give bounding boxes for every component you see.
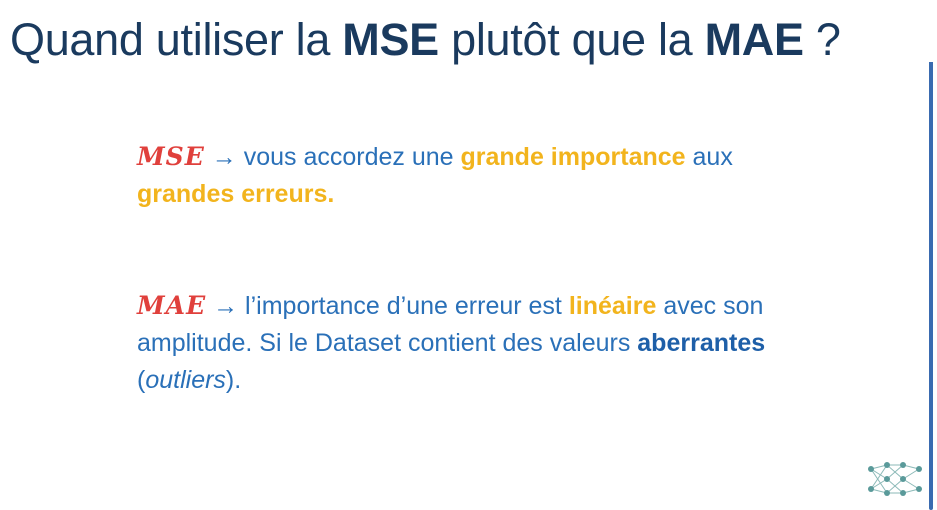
title-text-2: plutôt que la	[438, 14, 705, 65]
mae-text-1: l’importance d’une erreur est	[245, 292, 569, 320]
mae-highlight-2: aberrantes	[637, 329, 766, 357]
mse-text-2: aux	[685, 143, 733, 171]
mae-italic: outliers	[145, 366, 226, 394]
frame-rule-right	[929, 80, 933, 510]
mse-arrow: →	[204, 143, 244, 171]
mse-highlight-2: grandes erreurs.	[137, 180, 335, 208]
mae-highlight-1: linéaire	[568, 292, 657, 320]
mse-paragraph: MSE → vous accordez une grande importanc…	[137, 138, 837, 213]
title-term-mse: MSE	[342, 14, 439, 65]
title-term-mae: MAE	[704, 14, 804, 65]
mse-text-1: vous accordez une	[243, 143, 461, 171]
slide: Quand utiliser la MSE plutôt que la MAE …	[0, 0, 937, 510]
frame-rule-top	[929, 62, 933, 82]
mae-paragraph: MAE → l’importance d’une erreur est liné…	[137, 287, 837, 399]
slide-title: Quand utiliser la MSE plutôt que la MAE …	[10, 14, 841, 66]
title-text-1: Quand utiliser la	[10, 14, 343, 65]
mae-term: MAE	[137, 291, 207, 320]
mae-text-4: ).	[225, 366, 242, 394]
neural-network-icon	[868, 462, 922, 496]
mse-term: MSE	[137, 142, 205, 171]
mae-arrow: →	[206, 292, 246, 320]
title-text-3: ?	[803, 14, 841, 65]
mse-highlight-1: grande importance	[460, 143, 686, 171]
